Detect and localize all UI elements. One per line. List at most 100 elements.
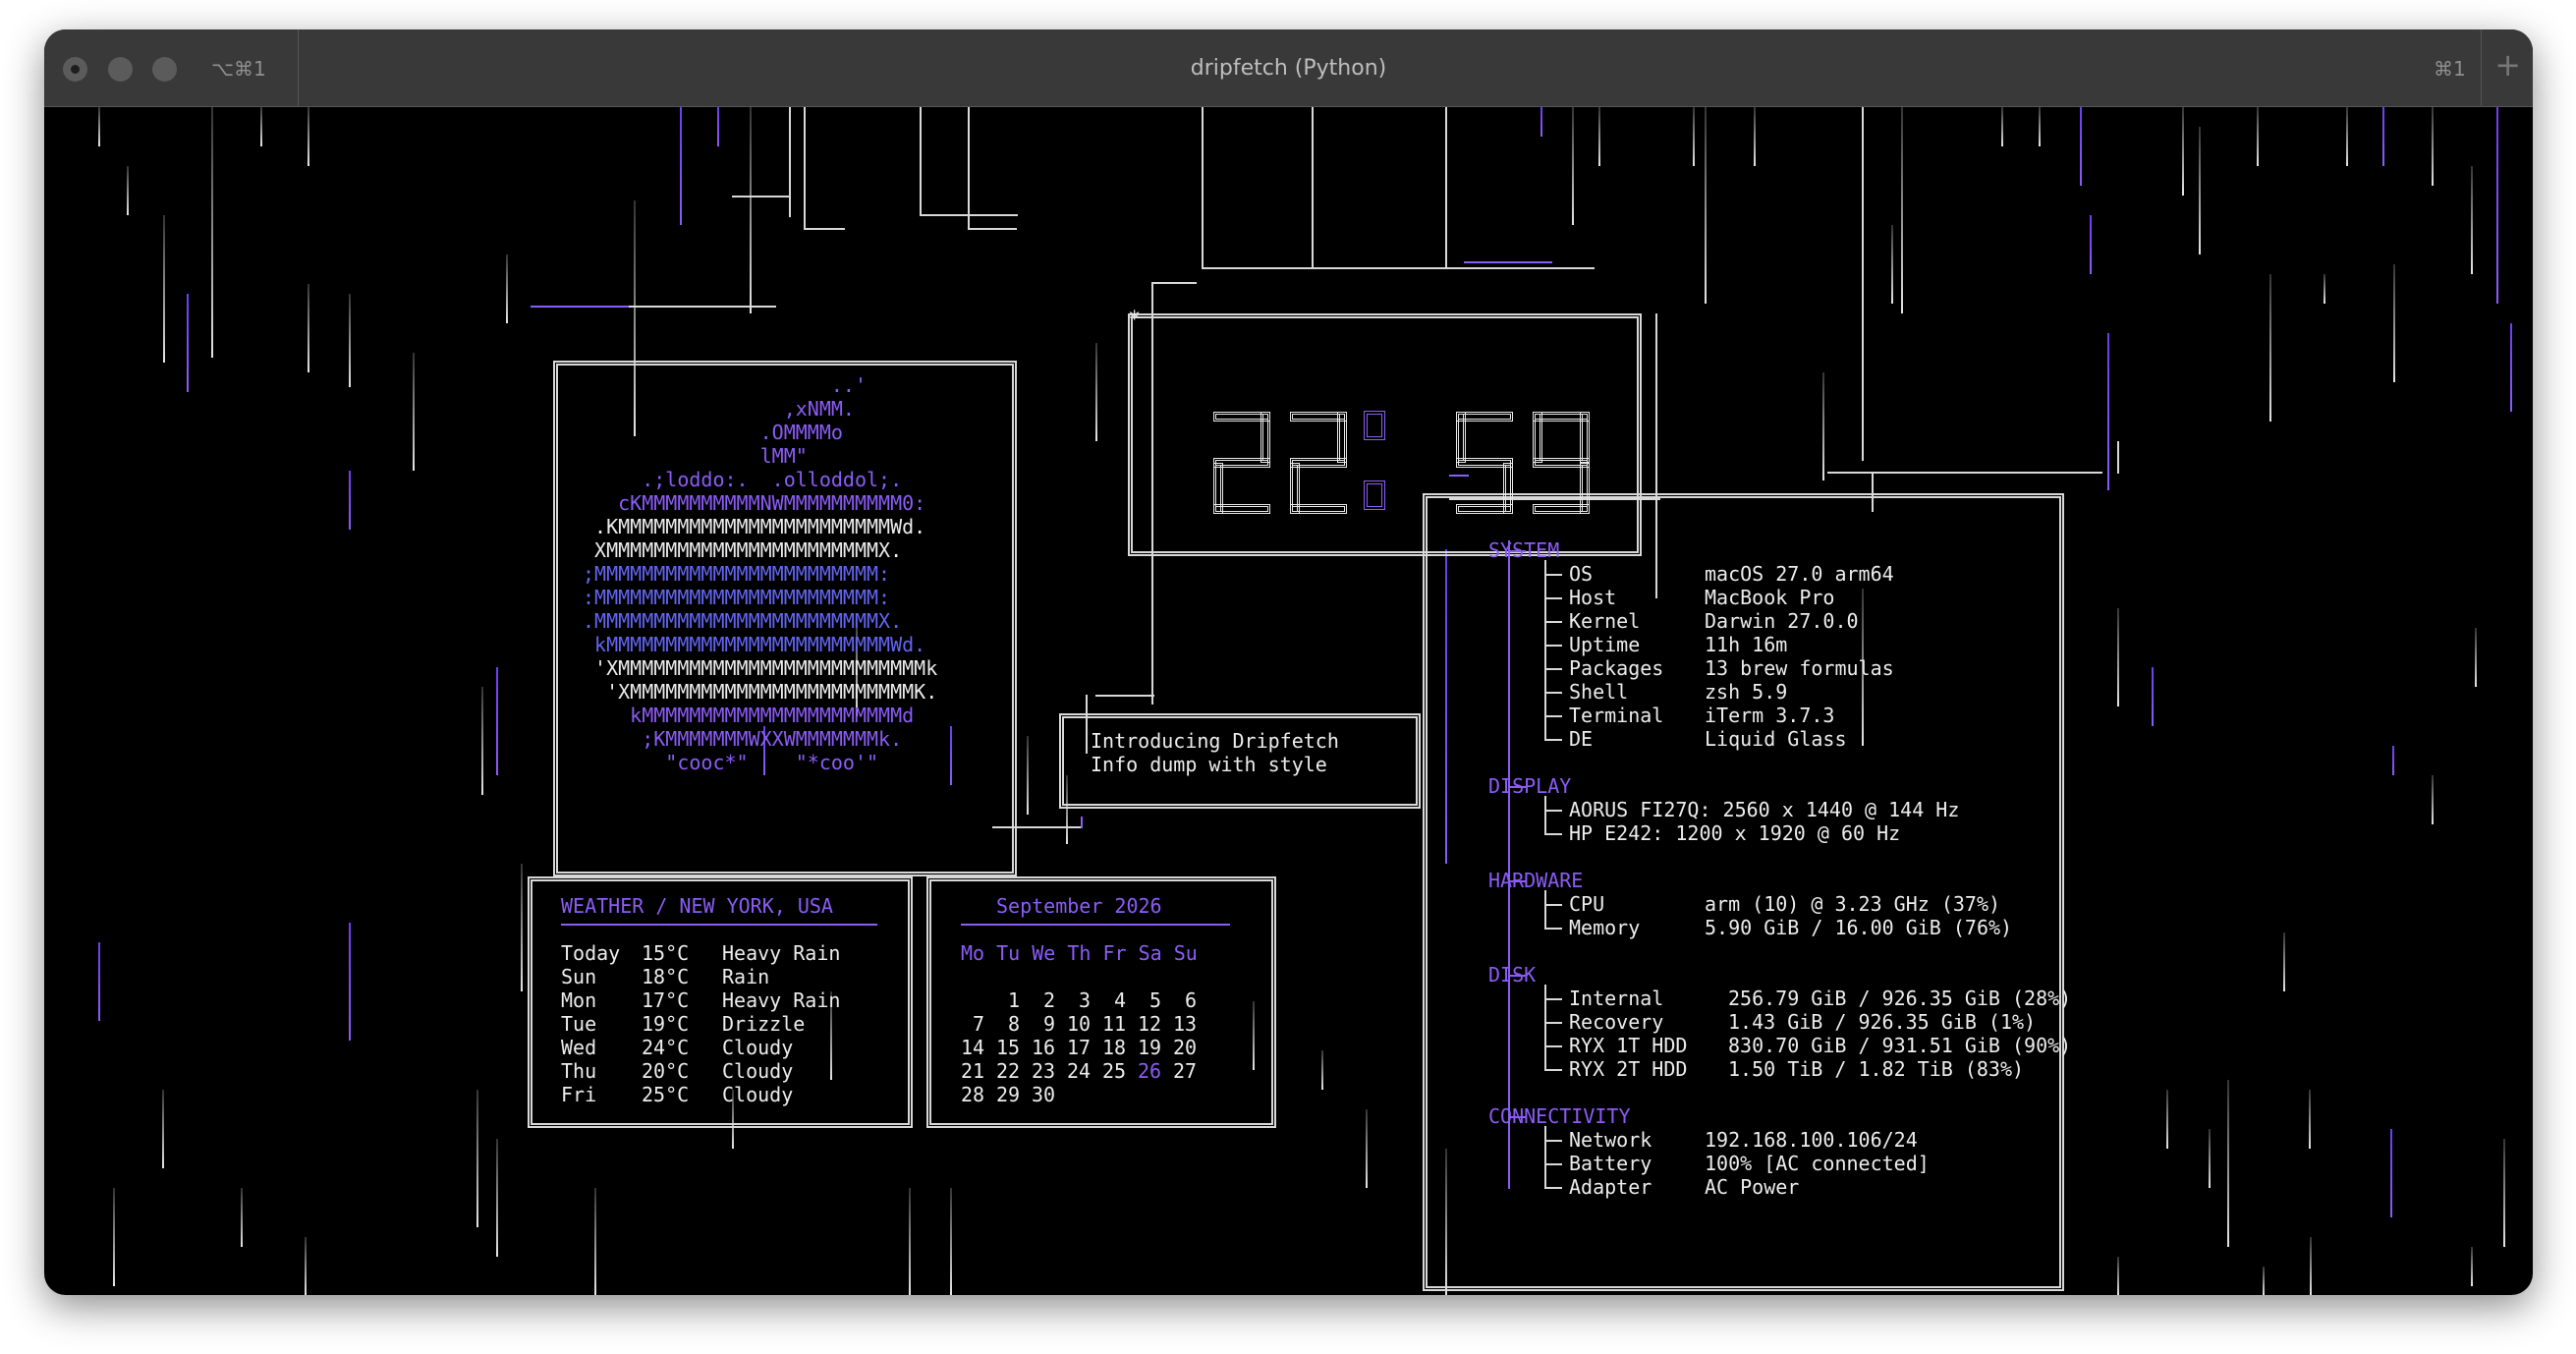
calendar-day[interactable]: 17 bbox=[1067, 1036, 1091, 1059]
rain-drip bbox=[260, 107, 262, 146]
rain-drip bbox=[2152, 667, 2154, 726]
calendar-day[interactable]: 6 bbox=[1185, 988, 1197, 1012]
rain-drip bbox=[750, 107, 752, 313]
connector-line bbox=[1464, 261, 1552, 263]
weather-title: WEATHER / NEW YORK, USA bbox=[561, 894, 833, 918]
tree-branch bbox=[1544, 998, 1562, 1000]
calendar-day[interactable]: 12 bbox=[1138, 1012, 1161, 1036]
connector-line bbox=[531, 306, 629, 308]
connector-line bbox=[2117, 441, 2119, 474]
tree-branch bbox=[1544, 692, 1562, 694]
connector-line bbox=[1202, 107, 1204, 269]
rain-drip bbox=[496, 1139, 498, 1257]
rain-drip bbox=[1754, 107, 1756, 166]
tree-branch bbox=[1544, 1187, 1562, 1189]
tree-trunk bbox=[1544, 560, 1546, 739]
weather-cond: Cloudy bbox=[722, 1083, 794, 1106]
calendar-day[interactable]: 30 bbox=[1032, 1083, 1055, 1106]
sysinfo-key: Memory bbox=[1569, 916, 1641, 939]
calendar-day[interactable]: 19 bbox=[1138, 1036, 1161, 1059]
sysinfo-key: DE bbox=[1569, 727, 1594, 751]
tree-branch bbox=[1544, 621, 1562, 623]
calendar-day[interactable]: 20 bbox=[1173, 1036, 1197, 1059]
tree-branch bbox=[1508, 1116, 1526, 1118]
sysinfo-key: Internal bbox=[1569, 987, 1664, 1010]
calendar-day[interactable]: 7 bbox=[973, 1012, 984, 1036]
rain-drip bbox=[2392, 746, 2394, 775]
calendar-day[interactable]: 15 bbox=[996, 1036, 1020, 1059]
sysinfo-value: 5.90 GiB / 16.00 GiB (76%) bbox=[1705, 916, 2013, 939]
weather-day: Tue bbox=[561, 1012, 597, 1036]
calendar-day[interactable]: 28 bbox=[961, 1083, 984, 1106]
calendar-day[interactable]: 29 bbox=[996, 1083, 1020, 1106]
rain-drip bbox=[187, 294, 189, 392]
calendar-day[interactable]: 18 bbox=[1102, 1036, 1126, 1059]
rain-drip bbox=[98, 942, 100, 1021]
weather-cond: Heavy Rain bbox=[722, 941, 841, 965]
calendar-day[interactable]: 3 bbox=[1079, 988, 1091, 1012]
connector-line bbox=[1827, 472, 2102, 474]
sysinfo-key: Network bbox=[1569, 1128, 1652, 1152]
rain-drip bbox=[1822, 372, 1824, 480]
logo-art-line: .KMMMMMMMMMMMMMMMMMMMMMMMWd. bbox=[583, 515, 926, 538]
calendar-day[interactable]: 10 bbox=[1067, 1012, 1091, 1036]
calendar-day[interactable]: 26 bbox=[1138, 1059, 1161, 1083]
rain-drip bbox=[2393, 264, 2395, 382]
calendar-day[interactable]: 14 bbox=[961, 1036, 984, 1059]
logo-art-line: ;MMMMMMMMMMMMMMMMMMMMMMMM: bbox=[583, 562, 891, 586]
calendar-day[interactable]: 22 bbox=[996, 1059, 1020, 1083]
calendar-day[interactable]: 16 bbox=[1032, 1036, 1055, 1059]
rain-drip bbox=[2263, 1267, 2265, 1295]
calendar-day[interactable]: 9 bbox=[1043, 1012, 1055, 1036]
tree-branch bbox=[1544, 1045, 1562, 1047]
rain-drip bbox=[680, 107, 682, 225]
connector-line bbox=[1081, 817, 1083, 828]
tree-branch bbox=[1508, 786, 1526, 788]
calendar-day[interactable]: 1 bbox=[1008, 988, 1020, 1012]
calendar-day[interactable]: 13 bbox=[1173, 1012, 1197, 1036]
sysinfo-value: MacBook Pro bbox=[1705, 586, 1835, 609]
tree-branch bbox=[1544, 715, 1562, 717]
calendar-day[interactable]: 2 bbox=[1043, 988, 1055, 1012]
rain-drip bbox=[305, 1237, 307, 1295]
rain-drip bbox=[1693, 107, 1695, 166]
calendar-day[interactable]: 21 bbox=[961, 1059, 984, 1083]
weather-temp: 15°C bbox=[642, 941, 690, 965]
calendar-day[interactable]: 24 bbox=[1067, 1059, 1091, 1083]
tree-branch bbox=[1508, 975, 1526, 977]
sysinfo-key: RYX 1T HDD bbox=[1569, 1034, 1688, 1057]
sysinfo-value: 256.79 GiB / 926.35 GiB (28%) bbox=[1728, 987, 2072, 1010]
terminal-content[interactable]: ..' ,xNMM. .OMMMMo lMM" .;loddo:. .ollod… bbox=[44, 107, 2533, 1295]
sysinfo-key: Packages bbox=[1569, 656, 1664, 680]
rain-drip bbox=[1901, 107, 1903, 313]
connector-line bbox=[968, 228, 1017, 230]
rain-drip bbox=[2510, 323, 2512, 412]
tree-branch bbox=[1544, 928, 1562, 930]
calendar-day[interactable]: 5 bbox=[1149, 988, 1161, 1012]
active-tab-shortcut: ⌘1 bbox=[2434, 57, 2466, 81]
rain-drip bbox=[2090, 215, 2092, 274]
tree-branch bbox=[1544, 833, 1562, 835]
sysinfo-value: Liquid Glass bbox=[1705, 727, 1847, 751]
calendar-day[interactable]: 8 bbox=[1008, 1012, 1020, 1036]
weather-temp: 17°C bbox=[642, 988, 690, 1012]
rain-drip bbox=[2496, 107, 2498, 304]
weather-cond: Drizzle bbox=[722, 1012, 806, 1036]
calendar-day[interactable]: 25 bbox=[1102, 1059, 1126, 1083]
calendar-day[interactable]: 11 bbox=[1102, 1012, 1126, 1036]
calendar-day[interactable]: 23 bbox=[1032, 1059, 1055, 1083]
logo-art-line: lMM" bbox=[583, 444, 808, 468]
sysinfo-value: 13 brew formulas bbox=[1705, 656, 1894, 680]
rain-drip bbox=[496, 667, 498, 775]
calendar-day[interactable]: 4 bbox=[1114, 988, 1126, 1012]
rain-drip bbox=[2283, 932, 2285, 991]
calendar-day[interactable]: 27 bbox=[1173, 1059, 1197, 1083]
tree-branch bbox=[1544, 1069, 1562, 1071]
tree-branch bbox=[1508, 550, 1526, 552]
new-tab-button[interactable]: + bbox=[2494, 46, 2521, 84]
tree-branch bbox=[1544, 739, 1562, 741]
rain-drip bbox=[349, 294, 351, 387]
clock-digit bbox=[1213, 412, 1270, 514]
rain-drip bbox=[476, 1090, 478, 1227]
rain-drip bbox=[1366, 1109, 1368, 1188]
